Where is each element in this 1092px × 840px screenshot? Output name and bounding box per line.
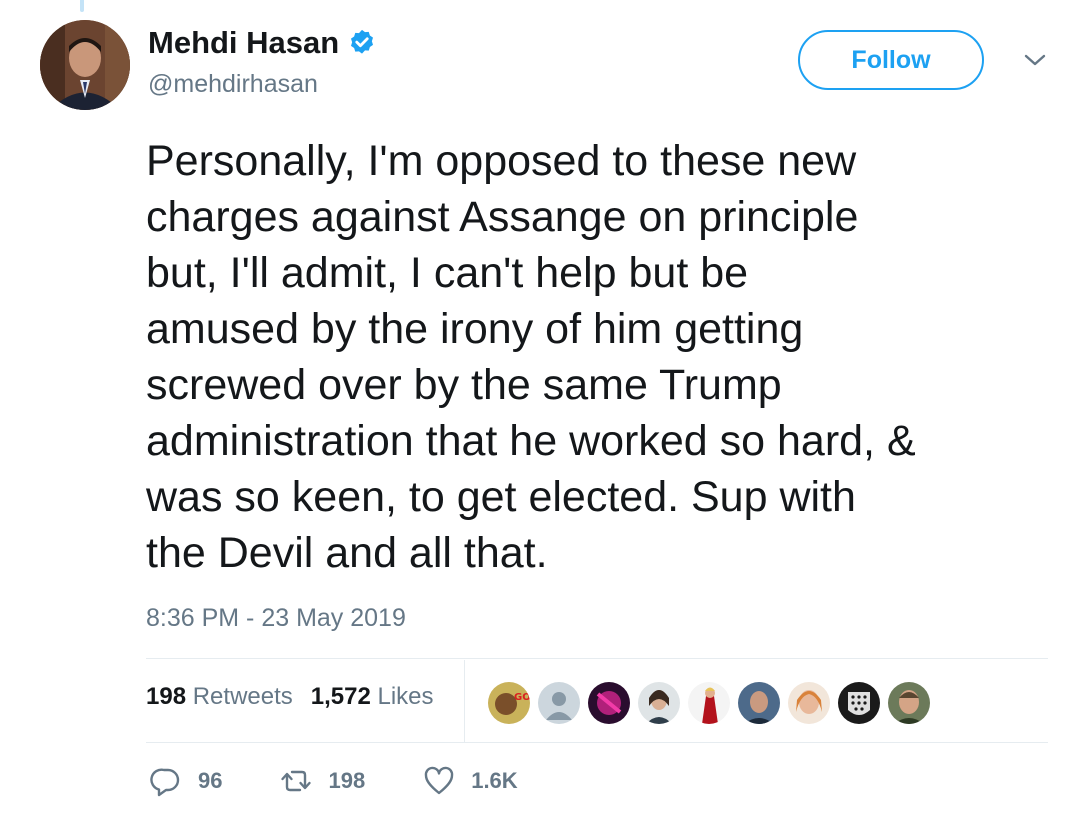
likes-label: Likes [377,683,434,710]
tweet-text: Personally, I'm opposed to these new cha… [146,137,916,577]
retweets-stat[interactable]: 198 Retweets [146,683,293,711]
reply-button[interactable]: 96 [150,765,222,797]
liker-avatar[interactable] [536,680,582,726]
retweet-count: 198 [328,768,366,793]
divider [146,742,1048,743]
retweet-button[interactable]: 198 [280,765,365,797]
user-handle[interactable]: @mehdirhasan [148,70,318,99]
liker-avatar[interactable] [836,680,882,726]
liker-avatar[interactable] [636,680,682,726]
likes-stat[interactable]: 1,572 Likes [311,683,434,711]
liker-avatar[interactable] [886,680,932,726]
liker-avatar[interactable] [786,680,832,726]
stats-separator [464,660,465,742]
reply-icon [150,768,180,797]
heart-icon [425,766,454,795]
like-count: 1.6K [471,768,518,793]
chevron-down-icon[interactable] [1022,50,1048,70]
likes-count: 1,572 [310,683,371,710]
verified-badge-icon [351,29,374,54]
liker-avatar[interactable] [686,680,732,726]
retweet-icon [281,770,312,792]
reply-count: 96 [198,768,223,793]
thread-connector [80,0,84,12]
divider [146,658,1048,659]
tweet-stats: 198 Retweets 1,572 Likes [146,683,434,711]
tweet-actions: 96 198 1.6K [150,765,576,797]
tweet-timestamp[interactable]: 8:36 PM - 23 May 2019 [146,604,406,633]
retweets-label: Retweets [192,683,293,710]
like-button[interactable]: 1.6K [423,765,518,797]
liker-avatar[interactable]: GO [486,680,532,726]
liker-avatar[interactable] [586,680,632,726]
display-name[interactable]: Mehdi Hasan [148,25,339,61]
liker-avatars: GO [486,680,932,726]
retweets-count: 198 [146,683,187,710]
liker-avatar[interactable] [736,680,782,726]
follow-button[interactable]: Follow [798,30,984,90]
svg-text:GO: GO [514,692,530,703]
avatar[interactable] [40,20,130,110]
